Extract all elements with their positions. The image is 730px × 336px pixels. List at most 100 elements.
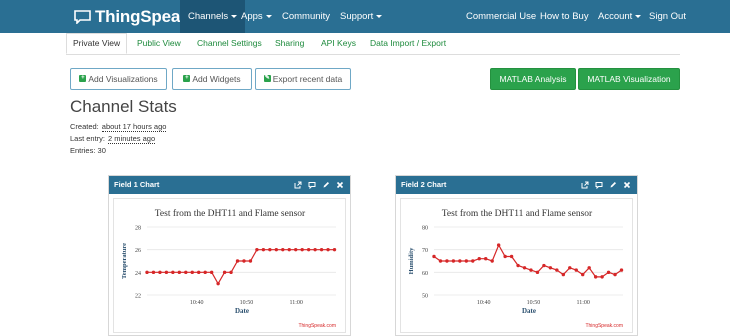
- x-axis-label: Date: [522, 307, 536, 315]
- x-tick-label: 10:50: [527, 300, 541, 306]
- top-navbar: ThingSpeak ™ Channels Apps Community Sup…: [0, 0, 730, 33]
- matlab-visualization-button[interactable]: MATLAB Visualization: [578, 68, 680, 90]
- data-point: [445, 259, 449, 263]
- add-visualizations-button[interactable]: + Add Visualizations: [70, 68, 167, 90]
- data-point: [171, 270, 175, 275]
- y-tick-label: 24: [135, 271, 141, 277]
- data-point: [509, 254, 514, 259]
- data-point: [158, 270, 162, 275]
- nav-channels[interactable]: Channels: [180, 0, 246, 33]
- chart-credit: ThingSpeak.com: [298, 323, 336, 329]
- data-point: [287, 247, 291, 252]
- series-line: [147, 249, 335, 285]
- data-point: [294, 247, 298, 252]
- data-point: [561, 272, 566, 277]
- chevron-down-icon: [231, 14, 238, 18]
- data-point: [326, 247, 330, 252]
- tab-api-keys[interactable]: API Keys: [321, 33, 356, 54]
- matlab-analysis-button[interactable]: MATLAB Analysis: [490, 68, 576, 90]
- chevron-down-icon: [265, 14, 272, 18]
- data-point: [281, 247, 285, 252]
- export-recent-data-button[interactable]: ✎ Export recent data: [255, 68, 351, 90]
- tab-data-import-export[interactable]: Data Import / Export: [370, 33, 446, 54]
- data-point: [490, 259, 494, 263]
- x-tick-label: 10:40: [190, 300, 204, 306]
- data-point: [261, 247, 266, 252]
- tab-divider: [66, 54, 680, 55]
- data-point: [458, 259, 462, 263]
- close-icon[interactable]: [623, 181, 631, 189]
- nav-account[interactable]: Account: [598, 0, 642, 33]
- comment-icon[interactable]: [595, 181, 603, 189]
- data-point: [581, 272, 585, 277]
- data-point: [332, 247, 337, 252]
- data-point: [484, 257, 488, 261]
- pencil-icon[interactable]: [609, 181, 617, 189]
- x-axis-label: Date: [235, 307, 249, 315]
- stat-last-entry-value: 2 minutes ago: [108, 134, 156, 144]
- data-point: [619, 268, 624, 272]
- data-point: [306, 247, 311, 252]
- data-point: [522, 266, 527, 270]
- tab-public-view[interactable]: Public View: [137, 33, 181, 54]
- nav-sign-out[interactable]: Sign Out: [649, 0, 686, 33]
- channel-stats-title: Channel Stats: [70, 97, 177, 116]
- y-tick-label: 26: [135, 248, 141, 254]
- stat-last-entry: Last entry: 2 minutes ago: [70, 134, 156, 144]
- thingspeak-logo[interactable]: ThingSpeak ™: [74, 6, 197, 28]
- data-point: [477, 257, 481, 261]
- y-axis-label: Temperature: [121, 243, 128, 279]
- y-axis-label: Humidity: [408, 247, 415, 274]
- data-point: [432, 254, 436, 259]
- data-point: [197, 270, 201, 275]
- tab-channel-settings[interactable]: Channel Settings: [197, 33, 262, 54]
- data-point: [190, 270, 194, 275]
- data-point: [593, 275, 598, 279]
- close-icon[interactable]: [336, 181, 344, 189]
- data-point: [613, 272, 617, 277]
- data-point: [471, 259, 475, 263]
- comment-icon[interactable]: [308, 181, 316, 189]
- edit-icon: ✎: [263, 75, 271, 83]
- data-point: [568, 266, 572, 270]
- plus-icon: +: [183, 75, 191, 83]
- data-point: [587, 266, 591, 270]
- data-point: [151, 270, 156, 275]
- tab-sharing[interactable]: Sharing: [275, 33, 304, 54]
- plus-icon: +: [79, 75, 87, 83]
- chart-title: Test from the DHT11 and Flame sensor: [155, 208, 306, 219]
- nav-commercial-use[interactable]: Commercial Use: [466, 0, 536, 33]
- data-point: [555, 268, 559, 272]
- stat-entries-value: 30: [97, 146, 106, 155]
- data-point: [535, 270, 540, 275]
- chart-body: Test from the DHT11 and Flame sensor 50 60…: [400, 198, 633, 333]
- external-link-icon[interactable]: [581, 181, 589, 189]
- data-point: [255, 247, 259, 252]
- data-point: [184, 270, 188, 275]
- data-point: [222, 270, 227, 275]
- data-point: [542, 263, 546, 268]
- data-point: [516, 263, 520, 268]
- nav-apps[interactable]: Apps: [241, 0, 272, 33]
- chevron-down-icon: [635, 14, 642, 18]
- pencil-icon[interactable]: [322, 181, 330, 189]
- nav-how-to-buy[interactable]: How to Buy: [540, 0, 589, 33]
- external-link-icon[interactable]: [294, 181, 302, 189]
- logo-text: ThingSpeak: [95, 7, 190, 26]
- data-point: [464, 259, 469, 263]
- y-tick-label: 80: [422, 226, 428, 232]
- nav-community[interactable]: Community: [282, 0, 330, 33]
- data-point: [319, 247, 324, 252]
- y-tick-label: 50: [422, 294, 428, 300]
- x-tick-label: 11:00: [289, 300, 302, 306]
- chat-bubble-icon: [74, 10, 91, 24]
- data-point: [216, 281, 220, 286]
- field-2-line-chart: Test from the DHT11 and Flame sensor 50 60…: [408, 208, 624, 329]
- y-tick-label: 70: [422, 248, 428, 254]
- tab-private-view[interactable]: Private View: [66, 33, 128, 54]
- data-point: [242, 259, 246, 263]
- nav-support[interactable]: Support: [340, 0, 383, 33]
- add-widgets-button[interactable]: + Add Widgets: [172, 68, 252, 90]
- panel-header: Field 1 Chart: [109, 176, 350, 194]
- data-point: [438, 259, 443, 263]
